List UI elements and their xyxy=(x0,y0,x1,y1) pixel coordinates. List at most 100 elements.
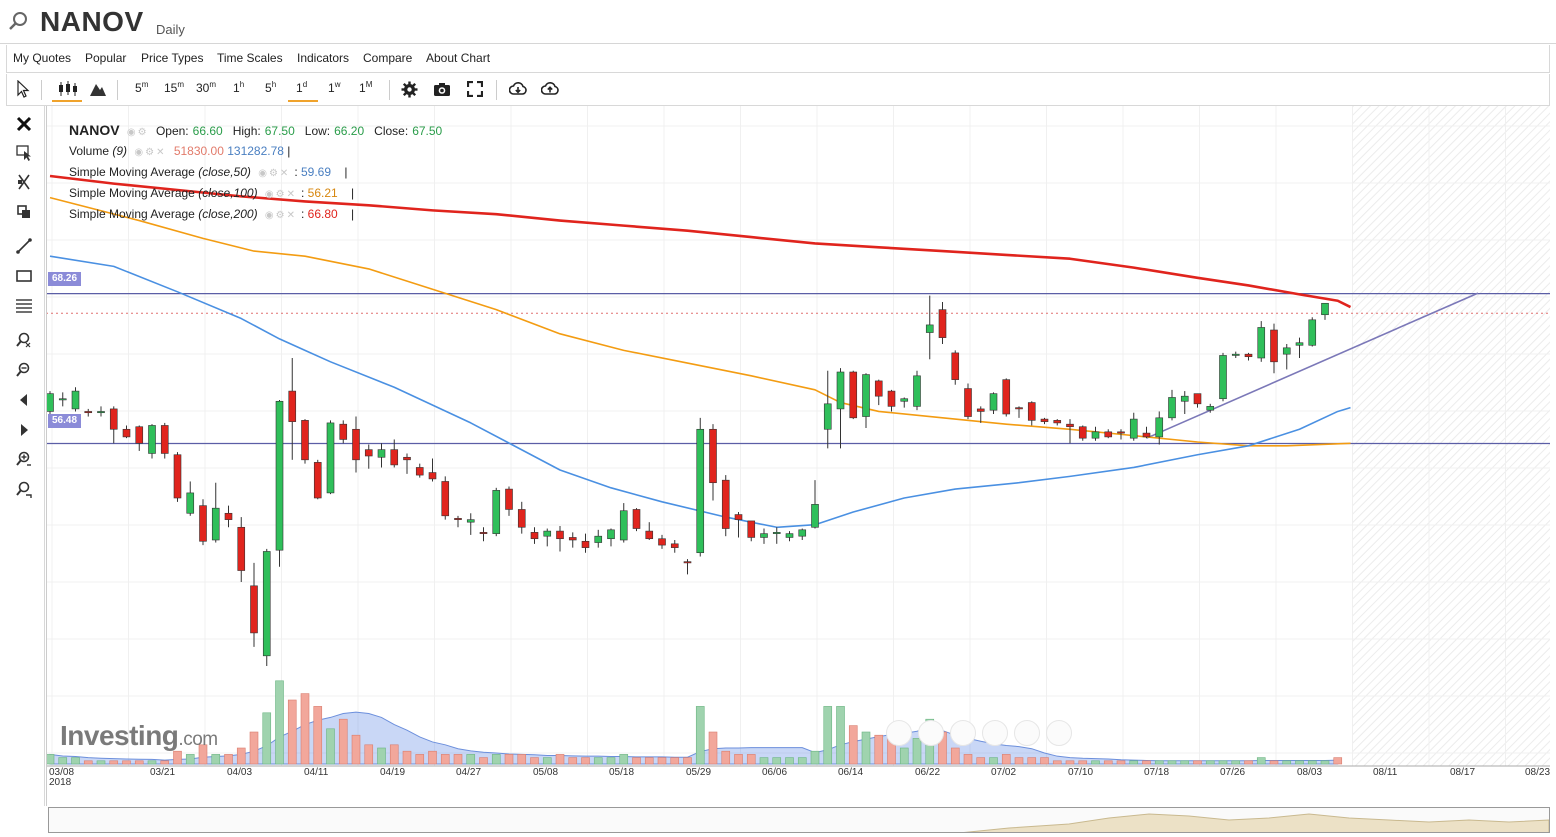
nav-back-button[interactable] xyxy=(886,720,912,746)
volume-bar xyxy=(377,747,386,765)
timeframe-1M[interactable]: 1M xyxy=(359,80,372,95)
rectangle-tool-icon[interactable] xyxy=(14,266,34,286)
select-drawing-icon[interactable] xyxy=(14,142,34,162)
volume-bar xyxy=(1065,760,1075,765)
menu-compare[interactable]: Compare xyxy=(363,51,412,65)
scroll-right-icon[interactable] xyxy=(14,420,34,440)
reset-zoom-icon[interactable] xyxy=(14,480,34,500)
volume-bar xyxy=(262,712,272,765)
candle-body xyxy=(390,449,399,466)
volume-bar xyxy=(1333,757,1343,765)
scroll-left-icon[interactable] xyxy=(14,390,34,410)
close-icon[interactable] xyxy=(14,114,34,134)
timeframe-1h[interactable]: 1h xyxy=(233,80,244,95)
candle-body xyxy=(772,532,781,534)
candle-body xyxy=(1104,431,1113,438)
candle-body xyxy=(964,388,972,417)
nav-zoom-in-button[interactable] xyxy=(918,720,944,746)
x-tick: 07/26 xyxy=(1220,767,1246,778)
legend-visibility-icon[interactable]: ◉⚙ xyxy=(127,127,149,138)
price-tag-lower: 56.48 xyxy=(48,414,81,428)
cloud-download-icon[interactable] xyxy=(509,81,527,97)
pointer-icon[interactable] xyxy=(15,80,31,98)
candle-body xyxy=(849,371,858,419)
area-chart-icon[interactable] xyxy=(89,81,107,97)
volume-bar xyxy=(1142,760,1151,765)
menu-price-types[interactable]: Price Types xyxy=(141,51,203,65)
timeframe-15m[interactable]: 15m xyxy=(164,80,184,95)
nav-forward-button[interactable] xyxy=(1014,720,1040,746)
candle-body xyxy=(862,374,870,417)
sma100-settings-icons[interactable]: ◉⚙✕ xyxy=(265,189,297,200)
candle-body xyxy=(415,467,424,476)
candle-body xyxy=(568,537,577,541)
timeframe-30m[interactable]: 30m xyxy=(196,80,216,95)
volume-bar xyxy=(160,760,170,765)
candle-body xyxy=(237,526,246,571)
volume-bar xyxy=(313,706,323,765)
volume-bar xyxy=(428,750,437,765)
fullscreen-icon[interactable] xyxy=(467,81,483,97)
menu-indicators[interactable]: Indicators xyxy=(297,51,349,65)
candle-body xyxy=(836,371,845,410)
time-navigator[interactable] xyxy=(48,807,1550,833)
x-tick: 05/18 xyxy=(609,767,635,778)
nav-reset-button[interactable] xyxy=(982,720,1008,746)
candle-body xyxy=(874,380,883,397)
legend-symbol: NANOV xyxy=(69,122,120,138)
volume-bar xyxy=(670,757,680,765)
sma100-value: 56.21 xyxy=(307,186,338,200)
volume-bar xyxy=(721,750,731,765)
zoom-out-icon[interactable] xyxy=(14,360,34,380)
volume-bar xyxy=(1307,760,1317,765)
timeframe-5m[interactable]: 5m xyxy=(135,80,148,95)
volume-bar xyxy=(1180,760,1190,765)
nav-zoom-out-button[interactable] xyxy=(950,720,976,746)
menu-popular[interactable]: Popular xyxy=(85,51,126,65)
volume-bar xyxy=(440,754,450,765)
volume-bar xyxy=(479,757,488,765)
candle-body xyxy=(505,488,513,510)
nav-end-button[interactable] xyxy=(1046,720,1072,746)
clone-icon[interactable] xyxy=(14,202,34,222)
x-tick: 07/18 xyxy=(1144,767,1170,778)
delete-drawings-icon[interactable] xyxy=(14,172,34,192)
candle-body xyxy=(492,490,501,534)
timeframe-1w[interactable]: 1w xyxy=(328,80,340,95)
menu-my-quotes[interactable]: My Quotes xyxy=(13,51,71,65)
timeframe-1d[interactable]: 1d xyxy=(296,80,307,95)
x-tick: 08/17 xyxy=(1450,767,1476,778)
candle-body xyxy=(734,514,743,520)
navigator-preview xyxy=(963,813,1549,832)
volume-settings-icons[interactable]: ◉⚙✕ xyxy=(134,147,166,158)
zoom-select-icon[interactable] xyxy=(14,330,34,350)
sma50-settings-icons[interactable]: ◉⚙✕ xyxy=(258,168,290,179)
camera-icon[interactable] xyxy=(433,82,451,97)
timeframe-5h[interactable]: 5h xyxy=(265,80,276,95)
candle-body xyxy=(403,456,411,461)
candle-body xyxy=(976,408,985,412)
fibonacci-tool-icon[interactable] xyxy=(14,296,34,316)
candlestick-icon[interactable] xyxy=(57,80,79,98)
zoom-in-icon[interactable] xyxy=(14,450,34,470)
candle-body xyxy=(517,509,526,528)
menu-about-chart[interactable]: About Chart xyxy=(426,51,490,65)
cloud-upload-icon[interactable] xyxy=(541,81,559,97)
volume-bar xyxy=(1295,760,1304,765)
candle-body xyxy=(1308,319,1317,346)
volume-bar xyxy=(122,760,131,765)
search-icon[interactable] xyxy=(8,10,30,32)
horizontal-lines[interactable] xyxy=(46,292,1550,445)
gear-icon[interactable] xyxy=(401,81,418,98)
sma200-settings-icons[interactable]: ◉⚙✕ xyxy=(265,210,297,221)
candle-body xyxy=(1155,417,1164,438)
volume-bar xyxy=(1256,757,1266,765)
candle-body xyxy=(46,393,54,412)
candle-body xyxy=(1295,342,1304,346)
trendline-tool-icon[interactable] xyxy=(14,236,34,256)
ohlc-legend: NANOV ◉⚙ Open: 66.60 High: 67.50 Low: 66.20… xyxy=(69,122,442,138)
candle-body xyxy=(1193,393,1202,405)
sma50-param: (close,50) xyxy=(198,165,251,179)
menu-time-scales[interactable]: Time Scales xyxy=(217,51,283,65)
candle-body xyxy=(747,520,756,538)
